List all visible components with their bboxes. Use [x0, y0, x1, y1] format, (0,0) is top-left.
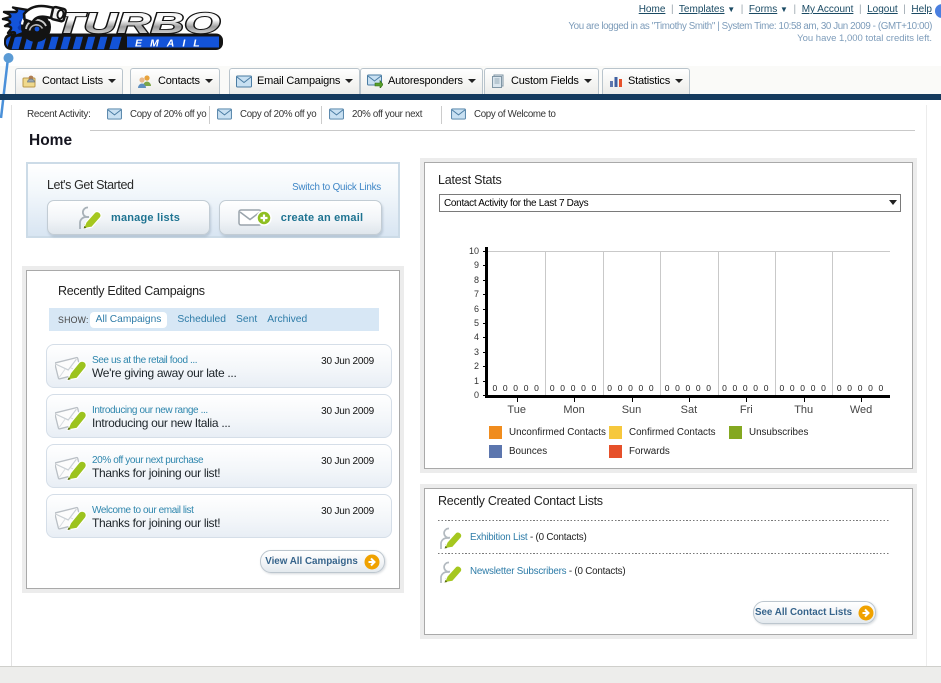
svg-text:EMAIL: EMAIL [135, 38, 208, 50]
